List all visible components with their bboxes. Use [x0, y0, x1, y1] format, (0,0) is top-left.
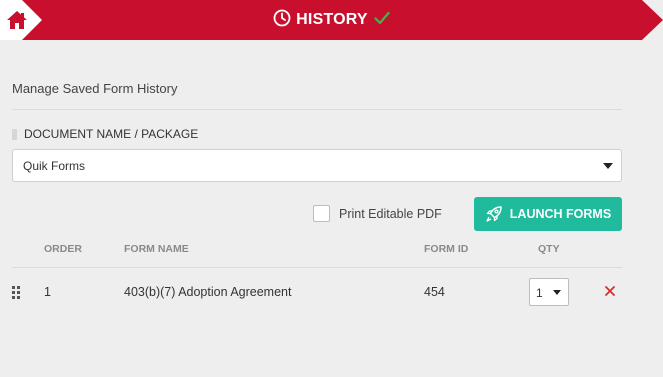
close-icon — [605, 286, 615, 296]
document-package-select[interactable]: Quik Forms — [12, 149, 622, 182]
qty-select[interactable]: 1 — [529, 278, 569, 306]
label-marker — [12, 128, 17, 140]
column-header-qty[interactable]: QTY — [538, 243, 560, 255]
print-editable-option[interactable]: Print Editable PDF — [313, 205, 442, 222]
caret-down-icon — [603, 163, 613, 169]
column-header-order[interactable]: ORDER — [44, 243, 82, 255]
document-field-label: DOCUMENT NAME / PACKAGE — [12, 127, 198, 141]
row-form-name: 403(b)(7) Adoption Agreement — [124, 285, 292, 299]
row-form-id: 454 — [424, 285, 445, 299]
launch-forms-button[interactable]: LAUNCH FORMS — [474, 197, 622, 231]
page-title-group: HISTORY — [0, 0, 663, 40]
print-editable-checkbox[interactable] — [313, 205, 330, 222]
checkmark-icon — [374, 11, 390, 30]
remove-row-button[interactable] — [604, 284, 616, 298]
column-header-form-name[interactable]: FORM NAME — [124, 243, 189, 255]
clock-icon — [273, 9, 291, 32]
qty-value: 1 — [536, 286, 543, 300]
caret-down-icon — [553, 290, 561, 295]
section-subtitle: Manage Saved Form History — [12, 81, 178, 96]
document-package-value: Quik Forms — [23, 158, 86, 173]
drag-handle-icon[interactable] — [12, 286, 21, 299]
table-divider — [12, 267, 622, 268]
document-field-label-text: DOCUMENT NAME / PACKAGE — [24, 127, 199, 141]
print-editable-label: Print Editable PDF — [339, 206, 442, 221]
page-title: HISTORY — [296, 11, 368, 28]
row-order: 1 — [44, 285, 51, 299]
rocket-icon — [486, 206, 502, 222]
divider — [12, 109, 622, 110]
page-header: HISTORY — [0, 0, 663, 40]
launch-forms-label: LAUNCH FORMS — [509, 207, 612, 221]
column-header-form-id[interactable]: FORM ID — [424, 243, 468, 255]
